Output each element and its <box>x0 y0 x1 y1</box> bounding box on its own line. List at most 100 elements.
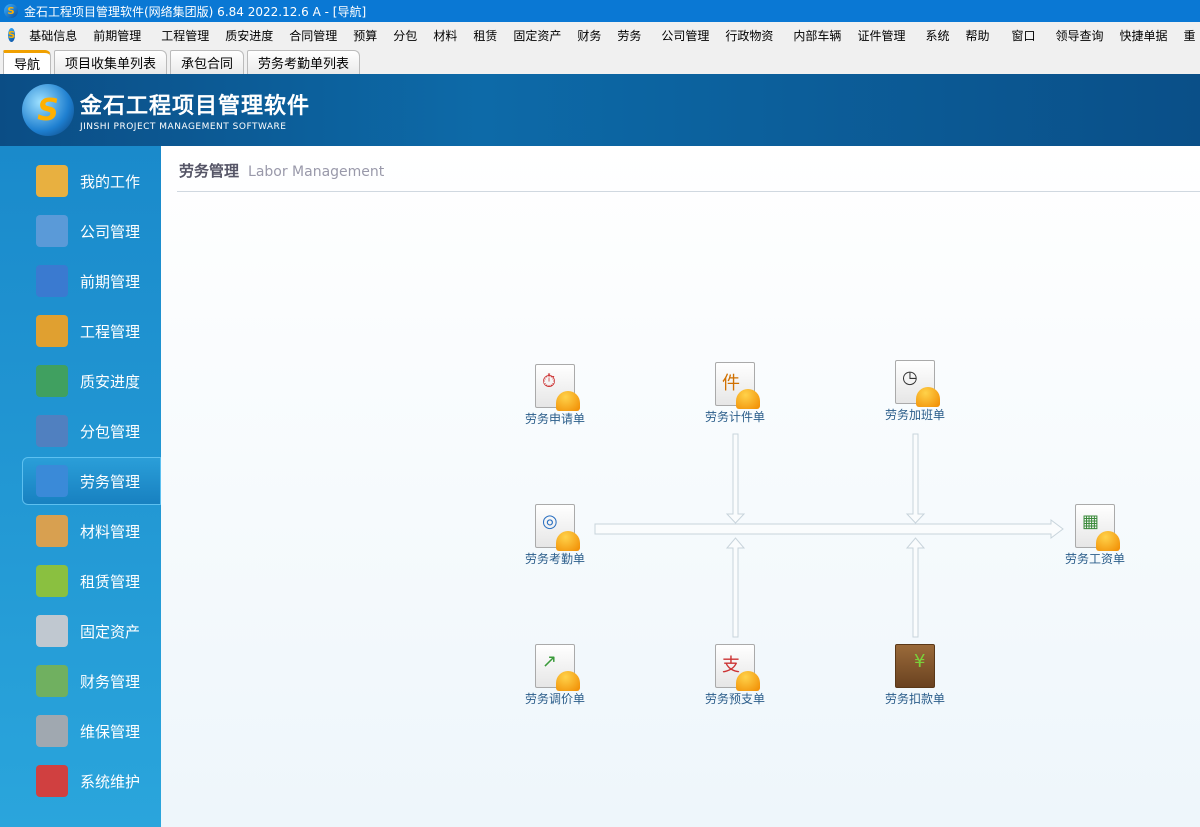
sidebar-item-label: 系统维护 <box>80 772 141 791</box>
node-labor-advance[interactable]: 支劳务预支单 <box>695 644 775 707</box>
sidebar-item-label: 前期管理 <box>80 272 141 291</box>
brand: S 金石工程项目管理软件 JINSHI PROJECT MANAGEMENT SO… <box>22 84 310 136</box>
sidebar-item-icon <box>36 415 68 447</box>
sidebar-item[interactable]: 固定资产 <box>22 607 161 655</box>
node-label: 劳务计件单 <box>704 410 765 424</box>
menu-item[interactable]: 窗口 <box>1003 27 1043 44</box>
sidebar-item[interactable]: 公司管理 <box>22 207 161 255</box>
menu-item[interactable]: 前期管理 <box>85 27 149 44</box>
menu-item[interactable]: 重 <box>1176 27 1200 44</box>
brand-logo-icon: S <box>22 84 74 136</box>
tab-nav[interactable]: 导航 <box>3 50 52 74</box>
sidebar-item[interactable]: 前期管理 <box>22 257 161 305</box>
menu-item[interactable]: 公司管理 <box>653 27 717 44</box>
node-label: 劳务考勤单 <box>524 552 585 566</box>
sidebar-item[interactable]: 材料管理 <box>22 507 161 555</box>
menu-item[interactable]: 预算 <box>345 27 385 44</box>
sidebar-item-icon <box>36 265 68 297</box>
menu-item[interactable]: 固定资产 <box>505 27 569 44</box>
menu-logo-icon: S <box>8 28 16 42</box>
menu-item[interactable]: 劳务 <box>609 27 649 44</box>
app-logo-icon: S <box>4 4 18 18</box>
node-labor-apply[interactable]: ⏱ 劳务申请单 <box>515 364 595 427</box>
sidebar-item-icon <box>36 215 68 247</box>
sidebar: 我的工作公司管理前期管理工程管理质安进度分包管理劳务管理材料管理租赁管理固定资产… <box>0 146 161 827</box>
node-labor-deduct[interactable]: ¥ 劳务扣款单 <box>875 644 955 707</box>
sidebar-item-label: 租赁管理 <box>80 572 141 591</box>
menu-item[interactable]: 质安进度 <box>217 27 281 44</box>
sidebar-item-label: 劳务管理 <box>80 472 141 491</box>
sidebar-item-label: 分包管理 <box>80 422 141 441</box>
sidebar-item[interactable]: 我的工作 <box>22 157 161 205</box>
menu-item[interactable]: 财务 <box>569 27 609 44</box>
labor-salary-icon: ▦ <box>1075 504 1120 551</box>
menu-item[interactable]: 系统 <box>917 27 957 44</box>
arrow-deduct-up <box>905 537 926 638</box>
app-header: S 金石工程项目管理软件 JINSHI PROJECT MANAGEMENT SO… <box>0 74 1200 146</box>
sidebar-item-label: 公司管理 <box>80 222 141 241</box>
menu-item[interactable]: 工程管理 <box>153 27 217 44</box>
menu-item[interactable]: 材料 <box>425 27 465 44</box>
tab-contract[interactable]: 承包合同 <box>170 50 245 74</box>
sidebar-item-icon <box>36 615 68 647</box>
sidebar-item[interactable]: 劳务管理 <box>22 457 161 505</box>
sidebar-item-icon <box>36 515 68 547</box>
menu-item[interactable]: 证件管理 <box>849 27 913 44</box>
arrow-advance-up <box>725 537 746 638</box>
labor-deduct-briefcase-icon: ¥ <box>895 644 935 688</box>
sidebar-item[interactable]: 工程管理 <box>22 307 161 355</box>
document-tabs: 导航 项目收集单列表 承包合同 劳务考勤单列表 <box>0 48 1200 74</box>
menu-bar: S 基础信息 前期管理 工程管理 质安进度 合同管理 预算 分包 材料 租赁 固… <box>0 22 1200 48</box>
brand-name: 金石工程项目管理软件 <box>80 94 311 119</box>
arrow-piece-down <box>725 433 746 524</box>
menu-item[interactable]: 基础信息 <box>21 27 85 44</box>
sidebar-item-icon <box>36 715 68 747</box>
main-panel: 劳务管理 Labor Management ⏱ 劳务申请单 件劳务计件单 ◷ 劳务加班… <box>161 146 1200 827</box>
menu-item[interactable]: 分包 <box>385 27 425 44</box>
node-labor-piece[interactable]: 件劳务计件单 <box>695 362 775 425</box>
sidebar-item[interactable]: 质安进度 <box>22 357 161 405</box>
tab-project-collect-list[interactable]: 项目收集单列表 <box>54 50 168 74</box>
sidebar-item-icon <box>36 465 68 497</box>
window-title: 金石工程项目管理软件(网络集团版) 6.84 2022.12.6 A - [导航… <box>24 4 367 19</box>
node-labor-price-adjust[interactable]: ↗ 劳务调价单 <box>515 644 595 707</box>
sidebar-item-label: 材料管理 <box>80 522 141 541</box>
sidebar-item-label: 固定资产 <box>80 622 141 641</box>
node-label: 劳务加班单 <box>884 408 945 422</box>
sidebar-item-icon <box>36 565 68 597</box>
node-labor-salary[interactable]: ▦ 劳务工资单 <box>1055 504 1135 567</box>
node-label: 劳务申请单 <box>524 412 585 426</box>
labor-apply-icon: ⏱ <box>535 364 580 411</box>
labor-piece-icon: 件 <box>715 362 760 409</box>
tab-labor-attendance-list[interactable]: 劳务考勤单列表 <box>247 50 361 74</box>
sidebar-item-label: 我的工作 <box>80 172 141 191</box>
sidebar-item-label: 维保管理 <box>80 722 141 741</box>
labor-price-adjust-icon: ↗ <box>535 644 580 691</box>
arrow-overtime-down <box>905 433 926 524</box>
menu-item[interactable]: 快捷单据 <box>1112 27 1176 44</box>
menu-item[interactable]: 行政物资 <box>717 27 781 44</box>
node-label: 劳务预支单 <box>704 692 765 706</box>
sidebar-item[interactable]: 分包管理 <box>22 407 161 455</box>
node-label: 劳务调价单 <box>524 692 585 706</box>
flow-arrows <box>594 433 1064 638</box>
sidebar-item[interactable]: 系统维护 <box>22 757 161 805</box>
menu-item[interactable]: 租赁 <box>465 27 505 44</box>
labor-advance-icon: 支 <box>715 644 760 691</box>
labor-overtime-icon: ◷ <box>895 360 940 407</box>
sidebar-item-label: 质安进度 <box>80 372 141 391</box>
sidebar-item-icon <box>36 165 68 197</box>
title-bar: S 金石工程项目管理软件(网络集团版) 6.84 2022.12.6 A - [导… <box>0 0 1200 22</box>
sidebar-item-label: 财务管理 <box>80 672 141 691</box>
sidebar-item[interactable]: 维保管理 <box>22 707 161 755</box>
node-labor-overtime[interactable]: ◷ 劳务加班单 <box>875 360 955 423</box>
menu-item[interactable]: 合同管理 <box>281 27 345 44</box>
node-labor-attendance[interactable]: ◎ 劳务考勤单 <box>515 504 595 567</box>
menu-item[interactable]: 内部车辆 <box>785 27 849 44</box>
sidebar-item-icon <box>36 365 68 397</box>
menu-item[interactable]: 帮助 <box>957 27 997 44</box>
menu-item[interactable]: 领导查询 <box>1048 27 1112 44</box>
sidebar-item-icon <box>36 315 68 347</box>
sidebar-item[interactable]: 租赁管理 <box>22 557 161 605</box>
sidebar-item[interactable]: 财务管理 <box>22 657 161 705</box>
